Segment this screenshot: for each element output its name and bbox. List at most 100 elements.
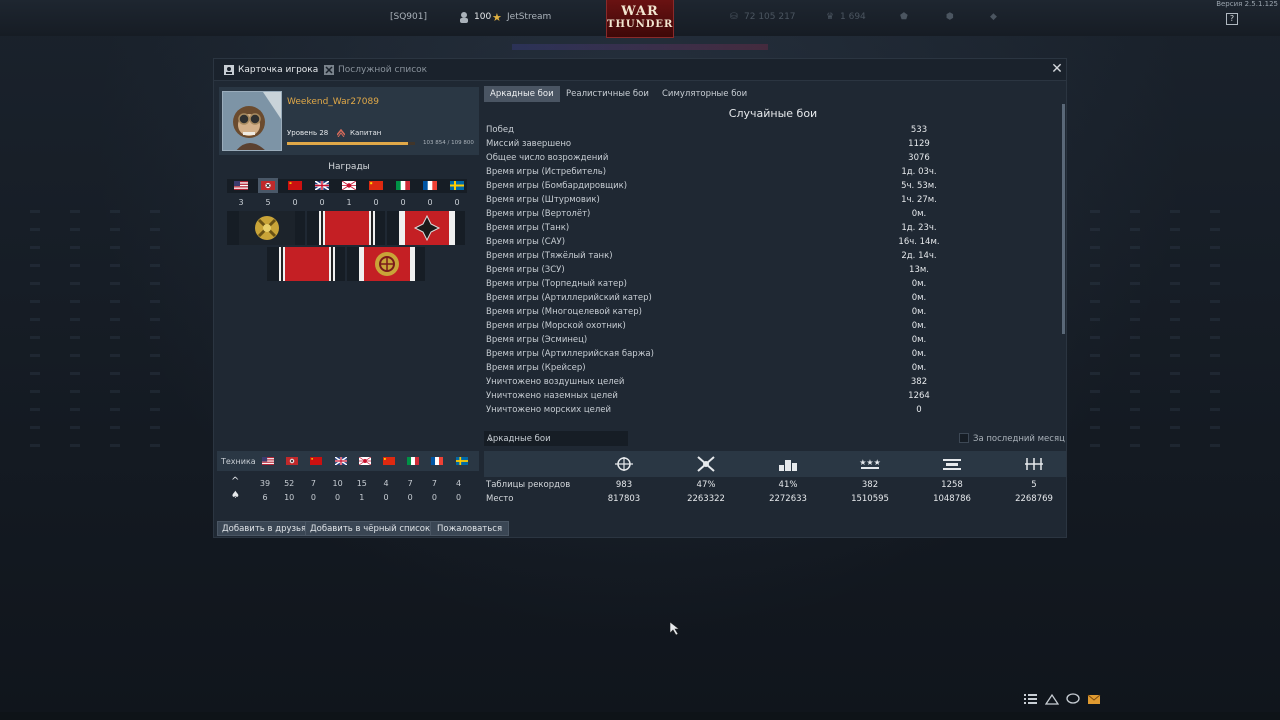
squad-icon[interactable] (1045, 693, 1059, 705)
naval-kills-icon[interactable] (1023, 455, 1045, 473)
flag-italy-icon[interactable] (396, 181, 410, 190)
flag-ussr-icon[interactable] (288, 181, 302, 190)
background-detail (1170, 210, 1180, 460)
flag-france-icon[interactable] (423, 181, 437, 190)
add-blacklist-button[interactable]: Добавить в чёрный список (305, 521, 436, 536)
vehicle-count: 0 (431, 493, 437, 502)
stat-label: Время игры (Штурмовик) (486, 195, 600, 205)
player-level-label: Уровень 28 (287, 129, 329, 137)
list-icon[interactable] (1024, 693, 1038, 705)
tab-mode-2[interactable]: Симуляторные бои (656, 86, 753, 102)
medal-slot[interactable] (227, 211, 305, 245)
player-level: 100 (474, 12, 492, 22)
player-nickname[interactable]: JetStream (507, 12, 551, 22)
stat-value: 2д. 14ч. (901, 251, 937, 261)
flag-britain-icon (334, 457, 347, 465)
flag-japan-icon[interactable] (342, 181, 356, 190)
vehicle-count: 39 (259, 479, 271, 488)
stat-value: 0м. (911, 349, 927, 359)
tab-mode-0[interactable]: Аркадные бои (484, 86, 560, 102)
stats-scrollbar[interactable] (1062, 104, 1065, 334)
last-month-checkbox[interactable] (959, 433, 969, 443)
air-kills-icon[interactable]: ★★★ (859, 455, 881, 473)
player-icon (460, 12, 468, 23)
lions-icon: ⛁ (730, 12, 738, 22)
ground-kills-icon[interactable] (941, 455, 963, 473)
medal-slot[interactable] (267, 247, 345, 281)
tab-label: Карточка игрока (238, 65, 319, 75)
stat-value: 13м. (909, 265, 929, 275)
award-count: 5 (265, 198, 271, 207)
stat-row: Время игры (Штурмовик) 1ч. 27м. (484, 193, 1064, 207)
tab-player-card[interactable]: Карточка игрока (218, 59, 318, 81)
tab-mode-1[interactable]: Реалистичные бои (560, 86, 655, 102)
stat-label: Время игры (САУ) (486, 237, 566, 247)
award-count: 0 (427, 198, 433, 207)
award-count: 0 (319, 198, 325, 207)
mode-tabs: Аркадные бои Реалистичные бои Симуляторные… (484, 86, 1064, 102)
flag-germany-icon[interactable] (261, 181, 275, 190)
chat-icon[interactable] (1066, 693, 1080, 705)
stat-label: Время игры (Артиллерийский катер) (486, 293, 652, 303)
help-button[interactable]: ? (1226, 13, 1238, 25)
medal-slot[interactable] (307, 211, 385, 245)
gold-balance: 1 694 (840, 12, 866, 22)
stat-label: Время игры (Эсминец) (486, 335, 588, 345)
stat-row: Время игры (Морской охотник) 0м. (484, 319, 1064, 333)
wheel-emblem-medal-icon (359, 247, 415, 281)
background-detail (110, 210, 120, 460)
leaderboard-mode-select[interactable]: Аркадные бои ⌄ (484, 431, 628, 446)
stat-label: Уничтожено воздушных целей (486, 377, 625, 387)
flag-britain-icon[interactable] (315, 181, 329, 190)
flag-sweden-icon[interactable] (450, 181, 464, 190)
stat-value: 382 (910, 377, 928, 387)
stat-row: Время игры (ЗСУ) 13м. (484, 263, 1064, 277)
win-rate-icon[interactable] (695, 455, 717, 473)
tab-service-record[interactable]: Послужной список (318, 59, 427, 81)
mouse-cursor-icon (670, 622, 680, 636)
stat-row: Время игры (Крейсер) 0м. (484, 361, 1064, 375)
shop-icon[interactable]: ⬢ (946, 12, 954, 22)
flag-usa-icon[interactable] (234, 181, 248, 190)
close-button[interactable]: ✕ (1050, 62, 1064, 76)
vehicles-header: Техника (217, 451, 479, 471)
medal-slot[interactable] (387, 211, 465, 245)
report-button[interactable]: Пожаловаться (430, 521, 510, 536)
stats-list: Побед 533 Миссий завершено 1129 Общее число … (484, 123, 1064, 417)
scroll-thumb[interactable] (1062, 104, 1065, 334)
red-ribbon-medal-icon (319, 211, 375, 245)
stat-value: 1264 (908, 391, 930, 401)
awards-counts: 3 5 0 0 1 0 0 0 0 (227, 198, 467, 208)
flag-germany-icon (286, 457, 299, 465)
leaderboard-row-label: Таблицы рекордов (486, 480, 571, 490)
squad-tag[interactable]: [SQ901] (390, 12, 427, 22)
leaderboard-row: Место 817803 2263322 2272633 1510595 1048786… (484, 492, 1066, 506)
lions-balance: 72 105 217 (744, 12, 796, 22)
top-place-icon[interactable] (777, 455, 799, 473)
ticket-icon[interactable]: ◆ (990, 12, 997, 22)
iron-cross-medal-icon (399, 211, 455, 245)
leaderboard-value: 5 (1031, 480, 1037, 490)
flag-ussr-icon (310, 457, 323, 465)
shield-icon[interactable]: ⬟ (900, 12, 908, 22)
vehicle-count: 52 (284, 479, 295, 488)
leaderboard-icons: ★★★ (484, 451, 1066, 477)
svg-text:★★★: ★★★ (859, 458, 881, 467)
stat-label: Время игры (Бомбардировщик) (486, 181, 628, 191)
player-name[interactable]: Weekend_War27089 (287, 97, 379, 107)
stat-row: Миссий завершено 1129 (484, 137, 1064, 151)
medal-slot[interactable] (347, 247, 425, 281)
add-friend-button[interactable]: Добавить в друзья (217, 521, 312, 536)
victories-icon[interactable] (613, 455, 635, 473)
mail-icon[interactable] (1087, 693, 1101, 705)
xp-progress-bar (287, 142, 415, 145)
stat-value: 0 (916, 405, 922, 415)
vehicle-count: 6 (262, 493, 268, 502)
stat-row: Время игры (Эсминец) 0м. (484, 333, 1064, 347)
award-count: 0 (373, 198, 379, 207)
vehicle-count: 4 (383, 479, 389, 488)
avatar[interactable] (222, 91, 282, 151)
flag-china-icon[interactable] (369, 181, 383, 190)
leaderboard-row-label: Место (486, 494, 514, 504)
stat-row: Общее число возрождений 3076 (484, 151, 1064, 165)
